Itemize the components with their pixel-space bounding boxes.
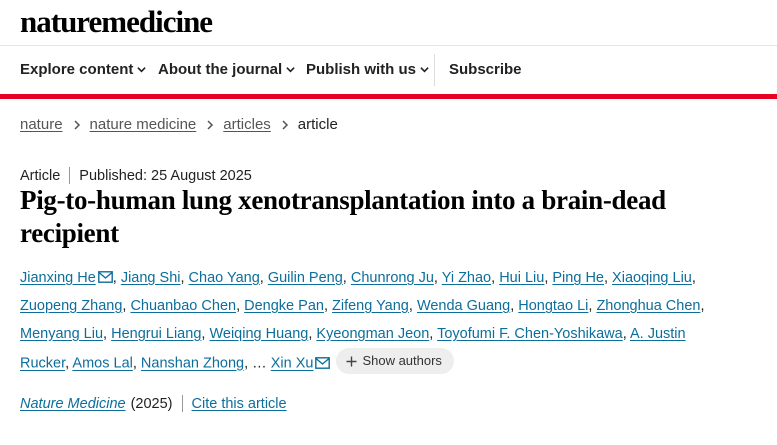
- author-link[interactable]: Chunrong Ju: [351, 270, 434, 286]
- author-link[interactable]: Zuopeng Zhang: [20, 298, 122, 314]
- journal-logo[interactable]: naturemedicine: [20, 4, 213, 40]
- author-link[interactable]: Chao Yang: [189, 270, 260, 286]
- nav-explore-content[interactable]: Explore content: [20, 61, 147, 78]
- chevron-down-icon: [137, 67, 147, 73]
- author-link[interactable]: Xin Xu: [271, 356, 314, 372]
- nav-label: Publish with us: [306, 61, 417, 78]
- nav-label: Subscribe: [449, 61, 522, 78]
- article-type: Article: [20, 167, 61, 184]
- accent-bar: [0, 94, 777, 99]
- author-link[interactable]: Wenda Guang: [417, 298, 510, 314]
- chevron-right-icon: [282, 119, 288, 130]
- author-link[interactable]: Hui Liu: [499, 270, 544, 286]
- author-link[interactable]: Jianxing He: [20, 270, 96, 286]
- author-link[interactable]: Toyofumi F. Chen-Yoshikawa: [437, 326, 623, 342]
- author-link[interactable]: Zifeng Yang: [332, 298, 409, 314]
- author-list: Jianxing He, Jiang Shi, Chao Yang, Guili…: [20, 264, 710, 378]
- breadcrumb-nature-medicine[interactable]: nature medicine: [90, 116, 197, 133]
- breadcrumb-articles[interactable]: articles: [223, 116, 271, 133]
- author-ellipsis: …: [252, 355, 267, 372]
- show-authors-label: Show authors: [362, 353, 442, 368]
- author-link[interactable]: Guilin Peng: [268, 270, 343, 286]
- author-link[interactable]: Hengrui Liang: [111, 326, 201, 342]
- author-link[interactable]: Xiaoqing Liu: [612, 270, 692, 286]
- chevron-down-icon: [420, 67, 429, 73]
- author-link[interactable]: Yi Zhao: [442, 270, 491, 286]
- article-title: Pig-to-human lung xenotransplantation in…: [20, 185, 666, 248]
- author-link[interactable]: Amos Lal: [72, 356, 132, 372]
- nav-divider: [434, 54, 435, 86]
- breadcrumb-current: article: [297, 116, 338, 133]
- cite-article-link[interactable]: Cite this article: [192, 396, 287, 412]
- chevron-right-icon: [74, 119, 80, 130]
- breadcrumb-nature[interactable]: nature: [20, 116, 63, 133]
- author-link[interactable]: Nanshan Zhong: [141, 356, 244, 372]
- author-link[interactable]: Menyang Liu: [20, 326, 103, 342]
- author-link[interactable]: Dengke Pan: [244, 298, 324, 314]
- author-link[interactable]: Weiqing Huang: [209, 326, 308, 342]
- breadcrumb: nature nature medicine articles article: [20, 116, 338, 133]
- nav-label: Explore content: [20, 61, 134, 78]
- meta-divider: [69, 167, 71, 184]
- citation-line: Nature Medicine (2025) Cite this article: [20, 395, 287, 412]
- mail-icon[interactable]: [315, 356, 331, 369]
- author-link[interactable]: Jiang Shi: [121, 270, 181, 286]
- citation-divider: [181, 395, 183, 412]
- mail-icon[interactable]: [97, 271, 113, 283]
- journal-link[interactable]: Nature Medicine: [20, 396, 126, 412]
- nav-publish-with-us[interactable]: Publish with us: [306, 61, 429, 78]
- author-link[interactable]: Chuanbao Chen: [130, 298, 236, 314]
- nav-about-journal[interactable]: About the journal: [158, 61, 295, 78]
- chevron-right-icon: [207, 119, 214, 130]
- show-authors-button[interactable]: Show authors: [336, 348, 454, 374]
- main-nav: Explore content About the journal Publis…: [0, 46, 777, 94]
- article-meta: Article Published: 25 August 2025: [20, 167, 252, 184]
- nav-label: About the journal: [158, 61, 283, 78]
- chevron-down-icon: [286, 67, 295, 73]
- publication-year: (2025): [130, 395, 173, 412]
- nav-subscribe[interactable]: Subscribe: [449, 61, 522, 78]
- author-link[interactable]: Hongtao Li: [518, 298, 588, 314]
- published-date: Published: 25 August 2025: [79, 167, 252, 184]
- plus-icon: [346, 356, 357, 366]
- author-link[interactable]: Zhonghua Chen: [596, 298, 700, 314]
- author-link[interactable]: Ping He: [552, 270, 604, 286]
- author-link[interactable]: Kyeongman Jeon: [316, 326, 429, 342]
